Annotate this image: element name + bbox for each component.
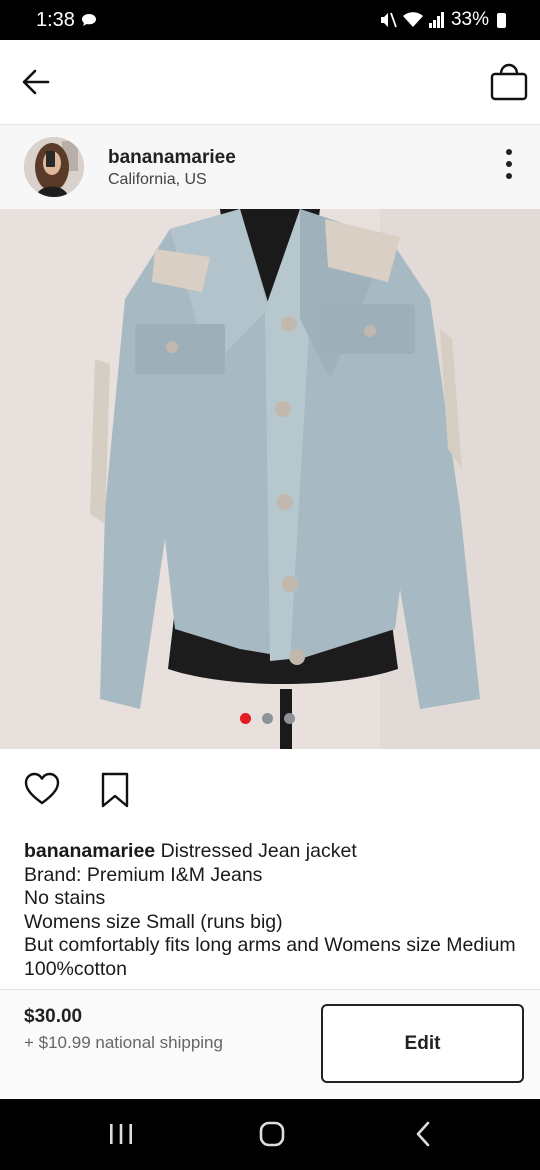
listing-description: bananamariee Distressed Jean jacket Bran…: [24, 840, 516, 988]
photo-dot[interactable]: [284, 713, 295, 724]
description-line: No stains: [24, 887, 106, 909]
description-line: But comfortably fits long arms and Women…: [24, 934, 516, 956]
purchase-footer: $30.00 + $10.99 national shipping Edit: [0, 989, 540, 1100]
description-line: Womens size Small (runs big): [24, 910, 283, 933]
bookmark-icon[interactable]: [100, 772, 130, 808]
mute-icon: [380, 12, 397, 28]
description-username[interactable]: bananamariee: [24, 840, 155, 862]
avatar[interactable]: [24, 137, 84, 197]
edit-button[interactable]: Edit: [321, 1004, 524, 1083]
shopping-bag-icon[interactable]: [490, 62, 528, 102]
status-time: 1:38: [36, 9, 75, 31]
photo-dot[interactable]: [240, 713, 251, 724]
recents-icon[interactable]: [108, 1123, 134, 1145]
chat-bubble-icon: [82, 14, 96, 26]
system-nav-bar: [0, 1099, 540, 1170]
status-bar: 1:38 33%: [0, 0, 540, 40]
home-icon[interactable]: [259, 1121, 285, 1147]
app-bar: [0, 40, 540, 125]
photo-pagination: [240, 713, 295, 724]
wifi-icon: [402, 12, 423, 27]
description-line: Brand: Premium I&M Jeans: [24, 863, 263, 886]
description-title-line: bananamariee Distressed Jean jacket: [24, 840, 516, 864]
back-arrow-icon[interactable]: [20, 66, 52, 98]
signal-icon: [428, 12, 444, 28]
battery-icon: [497, 12, 506, 28]
photo-dot[interactable]: [262, 713, 273, 724]
product-photo[interactable]: [0, 209, 540, 749]
description-line: 100%cotton: [24, 957, 127, 980]
nav-back-icon[interactable]: [413, 1121, 433, 1147]
shipping-cost: + $10.99 national shipping: [24, 1033, 223, 1052]
seller-location: California, US: [108, 171, 207, 188]
description-title: Distressed Jean jacket: [160, 840, 357, 862]
heart-icon[interactable]: [24, 772, 60, 806]
seller-username[interactable]: bananamariee: [108, 147, 236, 169]
seller-header: bananamariee California, US: [0, 125, 540, 209]
battery-percent: 33%: [450, 9, 489, 30]
listing-actions: [0, 760, 540, 820]
more-options-icon[interactable]: [504, 149, 514, 185]
status-icons: 33%: [379, 9, 506, 31]
price: $30.00: [24, 1006, 83, 1027]
